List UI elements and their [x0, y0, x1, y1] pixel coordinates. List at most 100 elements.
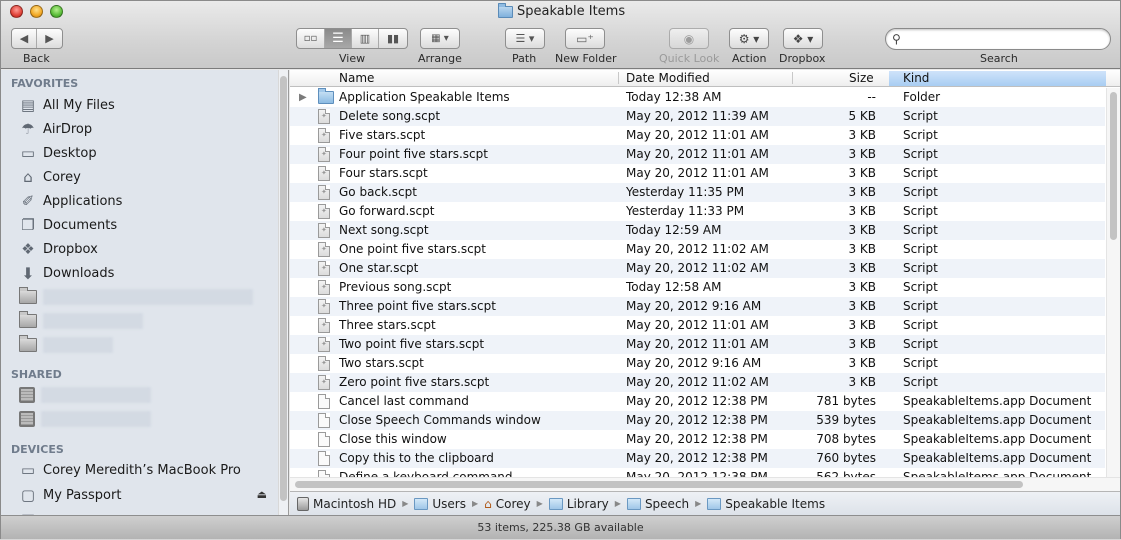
minimize-window-button[interactable]	[30, 5, 43, 18]
back-button[interactable]: ◀	[12, 29, 38, 48]
column-view-button[interactable]: ▥	[352, 29, 379, 48]
table-row[interactable]: Four stars.scpt May 20, 2012 11:01 AM 3 KB…	[290, 164, 1105, 183]
action-button[interactable]: ⚙ ▾	[729, 28, 769, 49]
sidebar-item-applications[interactable]: ✐ Applications	[19, 190, 269, 212]
cell-name: Four point five stars.scpt	[339, 147, 488, 161]
table-row[interactable]: Two point five stars.scpt May 20, 2012 11…	[290, 335, 1105, 354]
column-date-modified[interactable]: Date Modified	[626, 71, 710, 86]
sidebar-item-shared-computer[interactable]	[19, 384, 269, 406]
cell-kind: Script	[903, 356, 938, 370]
cell-date: Today 12:38 AM	[626, 90, 722, 104]
column-kind[interactable]: Kind	[889, 71, 1106, 86]
sidebar-item-macbook-pro[interactable]: ▭ Corey Meredith’s MacBook Pro	[19, 459, 269, 481]
dropbox-icon: ❖ ▾	[792, 31, 814, 46]
sidebar-item-redacted-folder[interactable]	[19, 310, 269, 332]
sidebar-item-all-my-files[interactable]: ▤ All My Files	[19, 94, 269, 116]
path-segment[interactable]: Macintosh HD	[297, 496, 396, 511]
column-divider[interactable]	[618, 72, 619, 84]
sidebar-item-redacted-folder[interactable]	[19, 334, 269, 356]
sidebar-scroll-thumb[interactable]	[280, 76, 287, 501]
cell-kind: Script	[903, 375, 938, 389]
new-folder-label: New Folder	[555, 52, 617, 65]
icon-view-button[interactable]: ▫▫	[297, 29, 325, 48]
devices-header: DEVICES	[11, 443, 64, 456]
path-separator-icon: ▶	[695, 499, 702, 508]
new-folder-icon: ▭⁺	[576, 31, 594, 46]
horizontal-scroll-thumb[interactable]	[295, 481, 1023, 488]
cell-size: 3 KB	[848, 147, 876, 161]
desktop-icon: ▭	[20, 144, 36, 162]
icon-view-icon: ▫▫	[303, 33, 318, 44]
close-window-button[interactable]	[10, 5, 23, 18]
quick-look-button[interactable]: ◉	[669, 28, 709, 49]
redacted-label	[41, 411, 151, 427]
path-separator-icon: ▶	[614, 499, 621, 508]
dropbox-icon: ❖	[21, 240, 35, 258]
path-segment[interactable]: Speech	[626, 497, 689, 511]
dropbox-button[interactable]: ❖ ▾	[783, 28, 823, 49]
table-row[interactable]: Delete song.scpt May 20, 2012 11:39 AM 5 K…	[290, 107, 1105, 126]
airdrop-icon: ☂	[21, 120, 35, 138]
document-file-icon	[318, 394, 330, 409]
table-row[interactable]: Close this window May 20, 2012 12:38 PM 70…	[290, 430, 1105, 449]
sidebar-item-device-partial[interactable]: ▣	[19, 508, 269, 515]
path-segment-label: Corey	[495, 496, 531, 511]
sidebar-item-downloads[interactable]: ⬇ Downloads	[19, 262, 269, 284]
sidebar-item-shared-computer[interactable]	[19, 408, 269, 430]
table-row[interactable]: Go forward.scpt Yesterday 11:33 PM 3 KB Scr…	[290, 202, 1105, 221]
table-row[interactable]: Three point five stars.scpt May 20, 2012 …	[290, 297, 1105, 316]
table-row[interactable]: Close Speech Commands window May 20, 2012…	[290, 411, 1105, 430]
cell-date: May 20, 2012 11:01 AM	[626, 166, 769, 180]
downloads-icon: ⬇	[21, 263, 35, 283]
table-row[interactable]: One star.scpt May 20, 2012 11:02 AM 3 KB Sc…	[290, 259, 1105, 278]
cell-date: May 20, 2012 11:01 AM	[626, 318, 769, 332]
arrange-label: Arrange	[418, 52, 462, 65]
script-file-icon	[318, 318, 330, 333]
arrange-button[interactable]: ▦ ▾	[420, 28, 460, 49]
cover-flow-button[interactable]: ▮▮	[379, 29, 407, 48]
forward-button[interactable]: ▶	[37, 29, 62, 48]
sidebar-item-desktop[interactable]: ▭ Desktop	[19, 142, 269, 164]
eject-icon[interactable]: ⏏	[257, 488, 267, 501]
cell-size: 5 KB	[848, 109, 876, 123]
column-size[interactable]: Size	[849, 71, 874, 86]
column-divider[interactable]	[792, 72, 793, 84]
path-bar: Macintosh HD ▶ Users ▶ ⌂ Corey ▶ Library ▶ Speech…	[290, 491, 1120, 515]
table-row[interactable]: Cancel last command May 20, 2012 12:38 PM…	[290, 392, 1105, 411]
folder-icon	[498, 2, 513, 18]
vertical-scroll-thumb[interactable]	[1110, 92, 1117, 240]
table-row[interactable]: Three stars.scpt May 20, 2012 11:01 AM 3 K…	[290, 316, 1105, 335]
path-segment[interactable]: Speakable Items	[707, 497, 825, 511]
folder-icon	[626, 497, 641, 510]
table-row[interactable]: Copy this to the clipboard May 20, 2012 1…	[290, 449, 1105, 468]
table-row[interactable]: Two stars.scpt May 20, 2012 9:16 AM 3 KB Sc…	[290, 354, 1105, 373]
sidebar-item-my-passport[interactable]: ▢ My Passport	[19, 484, 269, 506]
path-segment[interactable]: Library	[548, 497, 609, 511]
table-row[interactable]: Previous song.scpt Today 12:58 AM 3 KB Scri…	[290, 278, 1105, 297]
list-view-button[interactable]: ☰	[325, 29, 352, 48]
cell-size: 3 KB	[848, 185, 876, 199]
table-row[interactable]: Four point five stars.scpt May 20, 2012 1…	[290, 145, 1105, 164]
column-name[interactable]: Name	[339, 71, 374, 86]
table-row[interactable]: Five stars.scpt May 20, 2012 11:01 AM 3 KB…	[290, 126, 1105, 145]
path-button[interactable]: ☰ ▾	[505, 28, 545, 49]
table-row[interactable]: Zero point five stars.scpt May 20, 2012 1…	[290, 373, 1105, 392]
table-row[interactable]: ▶ Application Speakable Items Today 12:38 …	[290, 88, 1105, 107]
path-segment[interactable]: Users	[414, 497, 466, 511]
disclosure-triangle-icon[interactable]: ▶	[299, 88, 307, 107]
search-field[interactable]: ⚲	[885, 28, 1111, 50]
script-file-icon	[318, 109, 330, 124]
new-folder-button[interactable]: ▭⁺	[565, 28, 605, 49]
table-row[interactable]: Next song.scpt Today 12:59 AM 3 KB Script	[290, 221, 1105, 240]
sidebar-item-redacted-folder[interactable]	[19, 286, 269, 308]
window-title-text: Speakable Items	[517, 4, 626, 19]
sidebar-item-airdrop[interactable]: ☂ AirDrop	[19, 118, 269, 140]
path-segment[interactable]: ⌂ Corey	[484, 497, 531, 511]
cell-name: Three point five stars.scpt	[339, 299, 496, 313]
sidebar-item-documents[interactable]: ❐ Documents	[19, 214, 269, 236]
sidebar-item-corey[interactable]: ⌂ Corey	[19, 166, 269, 188]
zoom-window-button[interactable]	[50, 5, 63, 18]
sidebar-item-dropbox[interactable]: ❖ Dropbox	[19, 238, 269, 260]
table-row[interactable]: Go back.scpt Yesterday 11:35 PM 3 KB Script	[290, 183, 1105, 202]
table-row[interactable]: One point five stars.scpt May 20, 2012 11…	[290, 240, 1105, 259]
